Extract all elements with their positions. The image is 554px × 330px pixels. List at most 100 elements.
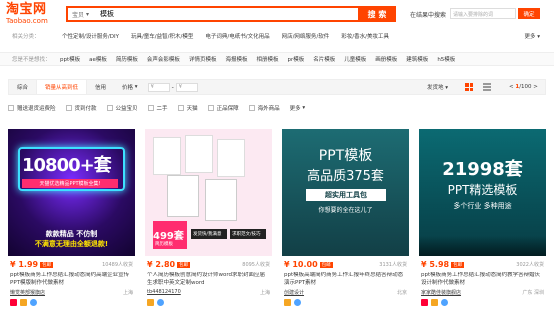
you-want-item[interactable]: ppt模板: [60, 55, 80, 63]
related-item[interactable]: 电子词典/电纸书/文化用品: [205, 32, 269, 40]
search-button[interactable]: 搜 索: [358, 6, 396, 22]
price-to-input[interactable]: ¥: [175, 82, 198, 92]
service-badge-icon[interactable]: [147, 299, 154, 306]
you-want-item[interactable]: 名片模板: [313, 55, 335, 63]
you-want-item[interactable]: 儿童模板: [344, 55, 366, 63]
shop-name[interactable]: 创建设计: [284, 289, 304, 296]
art-subline: 天猫优选精品PPT模板全集!: [22, 179, 118, 188]
service-badge-icon[interactable]: [431, 299, 438, 306]
search-within-button[interactable]: 确定: [518, 8, 540, 19]
list-view-icon[interactable]: [483, 83, 491, 91]
product-title[interactable]: ppt模板商务工作总结汇报动态简约高端企业宣传PPT模版制作代做素材: [10, 272, 133, 287]
filters-more[interactable]: 更多 ▾: [290, 104, 306, 112]
price-dash: -: [171, 83, 174, 91]
sort-default[interactable]: 综合: [9, 80, 36, 94]
ship-from-select[interactable]: 发货地 ▾: [427, 83, 448, 91]
filter-checkbox[interactable]: 海外商品: [248, 104, 280, 112]
related-item[interactable]: 玩具/童车/益智/积木/模型: [131, 32, 193, 40]
wangwang-icon[interactable]: [441, 299, 448, 306]
tmall-badge-icon[interactable]: [10, 299, 17, 306]
you-want-item[interactable]: 相册模板: [256, 55, 278, 63]
sort-credit[interactable]: 信用: [87, 80, 114, 94]
you-want-item[interactable]: ae模板: [89, 55, 107, 63]
price-from-input[interactable]: ¥: [147, 82, 170, 92]
search-category-label: 宝贝: [72, 11, 85, 19]
you-want-item[interactable]: 海报模板: [225, 55, 247, 63]
you-want-item[interactable]: 会声会影模板: [147, 55, 180, 63]
you-want-item[interactable]: pr模板: [287, 55, 304, 63]
filter-checkbox[interactable]: 赠送退货运费险: [8, 104, 56, 112]
header: 淘宝网 Taobao.com 宝贝 ▾ 模板 搜 索 在结果中搜索 请输入要排除…: [0, 0, 554, 32]
shop-name[interactable]: tb448124170: [147, 289, 181, 296]
product-title[interactable]: ppt模板商务工作总结汇报动态简约教学答辩婚庆设计制作代做素材: [421, 272, 544, 287]
checkbox-icon[interactable]: [207, 105, 214, 111]
you-want-item[interactable]: 简历模板: [116, 55, 138, 63]
related-more-link[interactable]: 更多 ▾: [524, 32, 540, 40]
search-within-input[interactable]: 请输入要排除的词: [450, 8, 516, 19]
sold-count: 10489人收货: [102, 262, 133, 268]
filter-checkbox[interactable]: 货到付款: [65, 104, 97, 112]
art-line-1: PPT精选模板: [447, 183, 518, 197]
checkbox-icon[interactable]: [106, 105, 113, 111]
filter-checkbox[interactable]: 二手: [147, 104, 168, 112]
shipping-tag: 包邮: [177, 261, 191, 268]
you-want-item[interactable]: 画册模板: [375, 55, 397, 63]
art-count: 21998套: [442, 159, 523, 180]
related-item[interactable]: 个性定制/设计服务/DIY: [62, 32, 119, 40]
wangwang-icon[interactable]: [294, 299, 301, 306]
you-want-item[interactable]: 建筑模板: [406, 55, 428, 63]
service-badge-icon[interactable]: [20, 299, 27, 306]
art-line-3: 超实用工具包: [306, 189, 386, 201]
search-within-label: 在结果中搜索: [410, 12, 447, 19]
service-badge-icon[interactable]: [284, 299, 291, 306]
shipping-tag: 包邮: [451, 261, 465, 268]
art-line-2: 多个行业 多种用途: [453, 202, 512, 210]
filter-label: 正品保障: [216, 106, 239, 112]
sort-price[interactable]: 价格 ▾: [114, 80, 146, 94]
product-card[interactable]: 21998套 PPT精选模板 多个行业 多种用途 ¥ 5.98 包邮 3022人…: [419, 129, 546, 306]
filter-label: 海外商品: [257, 106, 280, 112]
you-want-item[interactable]: 详情页模板: [189, 55, 217, 63]
tmall-badge-icon[interactable]: [421, 299, 428, 306]
shop-location: 广东 深圳: [522, 290, 544, 296]
product-image[interactable]: 21998套 PPT精选模板 多个行业 多种用途: [419, 129, 546, 256]
product-price: ¥ 10.00: [284, 260, 318, 269]
related-item[interactable]: 网店/网络服务/软件: [282, 32, 330, 40]
related-item[interactable]: 彩妆/香水/美妆工具: [341, 32, 389, 40]
you-want-item[interactable]: h5模板: [437, 55, 455, 63]
checkbox-icon[interactable]: [177, 105, 184, 111]
search-input[interactable]: 模板: [100, 9, 376, 19]
shop-location: 上海: [259, 290, 270, 296]
filter-checkbox[interactable]: 公益宝贝: [106, 104, 138, 112]
product-card[interactable]: 10800+套 天猫优选精品PPT模板全集! 款款精品 不仿制 不满意无理由全额…: [8, 129, 135, 306]
art-headline: 10800+套: [22, 155, 112, 176]
wangwang-icon[interactable]: [157, 299, 164, 306]
checkbox-icon[interactable]: [65, 105, 72, 111]
search-category-select[interactable]: 宝贝 ▾: [68, 10, 100, 19]
related-label: 相关分类：: [12, 34, 40, 40]
logo-subtext: Taobao.com: [6, 17, 48, 25]
chevron-down-icon: ▾: [86, 10, 90, 18]
product-image[interactable]: PPT模板 高品质375套 超实用工具包 你想要的全在这儿了: [282, 129, 409, 256]
product-image[interactable]: 10800+套 天猫优选精品PPT模板全集! 款款精品 不仿制 不满意无理由全额…: [8, 129, 135, 256]
checkbox-icon[interactable]: [147, 105, 154, 111]
grid-view-icon[interactable]: [465, 83, 473, 91]
filter-checkbox[interactable]: 天猫: [177, 104, 198, 112]
product-card[interactable]: PPT模板 高品质375套 超实用工具包 你想要的全在这儿了 ¥ 10.00 包…: [282, 129, 409, 306]
checkbox-icon[interactable]: [248, 105, 255, 111]
sort-sales[interactable]: 销量从高到低: [36, 80, 88, 94]
wangwang-icon[interactable]: [30, 299, 37, 306]
shop-location: 北京: [396, 290, 407, 296]
checkbox-icon[interactable]: [8, 105, 14, 111]
product-card[interactable]: 499套 简历模板 发货快/我满意 求职范文/技巧 ¥ 2.80 包邮 8095…: [145, 129, 272, 306]
taobao-logo[interactable]: 淘宝网 Taobao.com: [6, 3, 66, 26]
more-label: 更多: [524, 34, 536, 40]
shop-name[interactable]: 懒觉英部猴旗店: [10, 289, 45, 296]
filter-checkbox[interactable]: 正品保障: [207, 104, 239, 112]
product-title[interactable]: ppt模板高端简约商务工作汇报年终总结答辩动态演示PPT素材: [284, 272, 407, 287]
shop-name[interactable]: 家家酷佳装旗舰店: [421, 289, 461, 296]
product-title[interactable]: 个人简历模板创意简约设计师word求职封面应届生求职中英文定制word: [147, 272, 270, 287]
product-image[interactable]: 499套 简历模板 发货快/我满意 求职范文/技巧: [145, 129, 272, 256]
art-line-2: 高品质375套: [307, 169, 384, 184]
art-bottom-line2: 不满意无理由全额退款!: [34, 240, 109, 248]
